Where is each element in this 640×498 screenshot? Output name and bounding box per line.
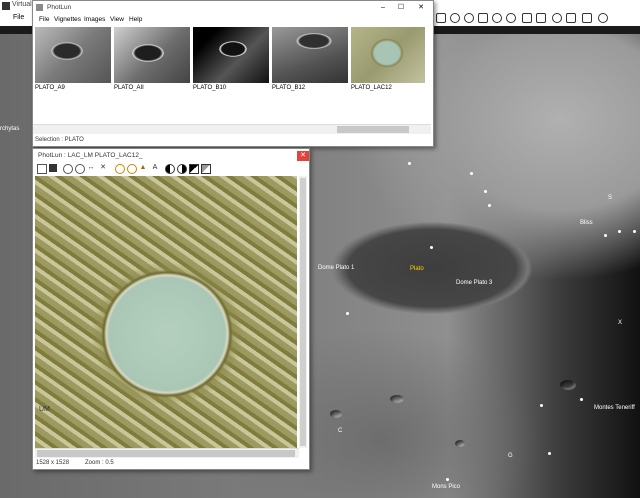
menu-images[interactable]: Images bbox=[84, 16, 105, 23]
scrollbar-thumb[interactable] bbox=[337, 126, 409, 133]
thumbnail-label: PLATO_LAC12 bbox=[351, 85, 392, 91]
help-icon[interactable] bbox=[506, 13, 516, 23]
photlun-title-bar[interactable]: PhotLun – ☐ ✕ bbox=[33, 1, 433, 15]
flip-icon[interactable]: ▲ bbox=[139, 164, 147, 172]
feature-marker[interactable] bbox=[446, 478, 449, 481]
feature-marker[interactable] bbox=[346, 312, 349, 315]
thumbnail-plato-lac12[interactable] bbox=[351, 27, 425, 83]
photlun-title: PhotLun bbox=[47, 4, 72, 11]
rotate-right-icon[interactable] bbox=[127, 164, 137, 174]
edit-icon[interactable] bbox=[582, 13, 592, 23]
thumbnail-scrollbar[interactable] bbox=[33, 124, 431, 134]
maximize-button[interactable]: ☐ bbox=[395, 3, 407, 13]
minimize-button[interactable]: – bbox=[377, 3, 389, 13]
info-icon[interactable] bbox=[598, 13, 608, 23]
feature-marker[interactable] bbox=[484, 190, 487, 193]
toolbar-icon-1[interactable] bbox=[436, 13, 446, 23]
thumbnail-plato-b10[interactable] bbox=[193, 27, 269, 83]
moon-icon[interactable] bbox=[464, 13, 474, 23]
text-icon[interactable]: A bbox=[151, 164, 159, 172]
thumbnail-plato-a9[interactable] bbox=[35, 27, 111, 83]
crater-1 bbox=[390, 395, 404, 403]
photo-viewer-window: PhotLun : LAC_LM PLATO_LAC12_ ✕ ↔ ✕ ▲ A … bbox=[32, 148, 310, 470]
horizontal-scroll-thumb[interactable] bbox=[37, 450, 295, 457]
calendar-icon[interactable] bbox=[566, 13, 576, 23]
menu-help[interactable]: Help bbox=[129, 16, 142, 23]
feature-marker[interactable] bbox=[604, 234, 607, 237]
zoom-in-icon[interactable] bbox=[63, 164, 73, 174]
invert-icon[interactable] bbox=[177, 164, 187, 174]
vertical-scroll-thumb[interactable] bbox=[300, 178, 306, 446]
selection-status: Selection : PLATO bbox=[35, 137, 84, 143]
menu-file[interactable]: File bbox=[13, 14, 24, 21]
feature-marker[interactable] bbox=[470, 172, 473, 175]
label-plato[interactable]: Plato bbox=[410, 266, 424, 272]
label-montes-teneriffe[interactable]: Montes Teneriff bbox=[594, 405, 635, 411]
viewer-title: PhotLun : LAC_LM PLATO_LAC12_ bbox=[38, 152, 143, 159]
image-size: 1528 x 1528 bbox=[36, 460, 70, 466]
feature-marker[interactable] bbox=[618, 230, 621, 233]
menu-file[interactable]: File bbox=[39, 16, 49, 23]
zoom-level: Zoom : 0.5 bbox=[85, 460, 114, 466]
globe-icon[interactable] bbox=[450, 13, 460, 23]
reset-icon[interactable] bbox=[201, 164, 211, 174]
rotate-left-icon[interactable] bbox=[115, 164, 125, 174]
close-button[interactable]: ✕ bbox=[415, 3, 427, 13]
save-icon[interactable] bbox=[49, 164, 57, 172]
contrast-icon[interactable] bbox=[165, 164, 175, 174]
feature-marker[interactable] bbox=[408, 162, 411, 165]
arrows-icon[interactable]: ↔ bbox=[87, 164, 95, 172]
label-dome-plato-3[interactable]: Dome Plato 3 bbox=[456, 280, 492, 286]
thumbnail-label: PLATO_AII bbox=[114, 85, 144, 91]
menu-view[interactable]: View bbox=[110, 16, 124, 23]
label-x[interactable]: X bbox=[618, 320, 622, 326]
document-icon[interactable] bbox=[522, 13, 532, 23]
label-g[interactable]: G bbox=[508, 453, 513, 459]
settings-icon[interactable] bbox=[552, 13, 562, 23]
zoom-out-icon[interactable] bbox=[75, 164, 85, 174]
page-icon[interactable] bbox=[37, 164, 47, 174]
viewer-title-bar[interactable]: PhotLun : LAC_LM PLATO_LAC12_ ✕ bbox=[33, 149, 309, 163]
thumbnail-label: PLATO_B10 bbox=[193, 85, 227, 91]
app-icon bbox=[2, 2, 10, 10]
label-bliss[interactable]: Bliss bbox=[580, 220, 593, 226]
label-s[interactable]: S bbox=[608, 195, 612, 201]
viewer-vertical-scrollbar[interactable] bbox=[299, 176, 307, 448]
feature-marker[interactable] bbox=[548, 452, 551, 455]
label-mons-pico[interactable]: Mons Pico bbox=[432, 484, 460, 490]
thumbnail-label: PLATO_B12 bbox=[272, 85, 306, 91]
menu-vignettes[interactable]: Vignettes bbox=[54, 16, 81, 23]
thumbnail-plato-aii[interactable] bbox=[114, 27, 190, 83]
photlun-window: PhotLun – ☐ ✕ File Vignettes Images View… bbox=[32, 0, 434, 147]
map-text: UM bbox=[39, 406, 50, 413]
crater-2 bbox=[455, 440, 465, 447]
thumbnail-label: PLATO_A9 bbox=[35, 85, 65, 91]
feature-marker[interactable] bbox=[430, 246, 433, 249]
viewer-horizontal-scrollbar[interactable] bbox=[35, 448, 299, 458]
feature-marker[interactable] bbox=[633, 230, 636, 233]
feature-marker[interactable] bbox=[488, 204, 491, 207]
photlun-menu-bar: File Vignettes Images View Help bbox=[33, 15, 433, 26]
fit-icon[interactable]: ✕ bbox=[99, 164, 107, 172]
viewer-toolbar: ↔ ✕ ▲ A bbox=[33, 164, 309, 175]
crater-4 bbox=[330, 410, 342, 418]
lunar-chart-image[interactable]: UM bbox=[35, 176, 297, 448]
image-icon[interactable] bbox=[478, 13, 488, 23]
gamma-icon[interactable] bbox=[189, 164, 199, 174]
viewer-close-button[interactable]: ✕ bbox=[297, 151, 309, 161]
feature-marker[interactable] bbox=[580, 398, 583, 401]
crater-3 bbox=[560, 380, 576, 390]
photlun-app-icon bbox=[36, 4, 43, 11]
globe-2-icon[interactable] bbox=[492, 13, 502, 23]
label-dome-plato-1[interactable]: Dome Plato 1 bbox=[318, 265, 354, 271]
print-icon[interactable] bbox=[536, 13, 546, 23]
label-c[interactable]: C bbox=[338, 428, 342, 434]
feature-marker[interactable] bbox=[540, 404, 543, 407]
thumbnail-plato-b12[interactable] bbox=[272, 27, 348, 83]
label-archytas[interactable]: rchytas bbox=[0, 126, 19, 132]
